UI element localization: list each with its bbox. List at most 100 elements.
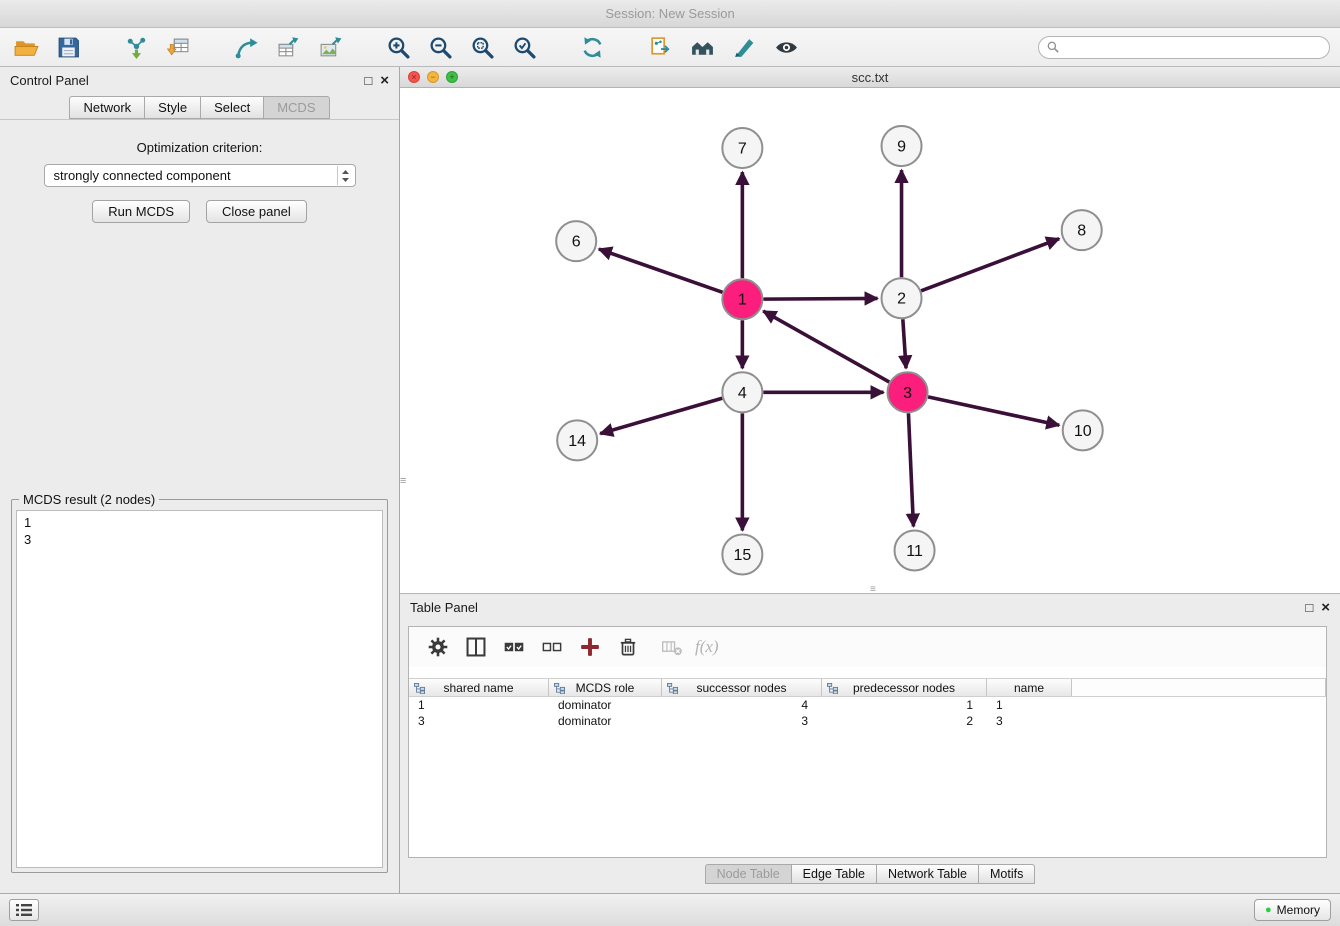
- zoom-in-icon[interactable]: [382, 32, 414, 62]
- graph-node-1[interactable]: 1: [722, 280, 762, 320]
- tab-network[interactable]: Network: [69, 96, 145, 119]
- attribute-icon: [667, 683, 678, 694]
- table-header-row: shared name MCDS role successor nodes: [409, 678, 1326, 697]
- search-icon: [1047, 41, 1059, 53]
- optimization-criterion-label: Optimization criterion:: [0, 140, 399, 155]
- svg-text:11: 11: [906, 543, 923, 560]
- memory-button-label: Memory: [1277, 903, 1320, 917]
- birdseye-icon[interactable]: [686, 32, 718, 62]
- graph-node-10[interactable]: 10: [1063, 411, 1103, 451]
- open-session-icon[interactable]: [10, 32, 42, 62]
- mcds-result-textarea[interactable]: 1 3: [16, 510, 383, 868]
- graph-edge-3-11[interactable]: [908, 414, 913, 527]
- save-session-icon[interactable]: [52, 32, 84, 62]
- close-panel-icon[interactable]: ×: [380, 73, 389, 88]
- copy-view-icon[interactable]: [644, 32, 676, 62]
- tab-mcds[interactable]: MCDS: [263, 96, 329, 119]
- graph-edge-2-8[interactable]: [921, 239, 1059, 291]
- node-table: shared name MCDS role successor nodes: [409, 678, 1326, 857]
- run-mcds-button[interactable]: Run MCDS: [92, 200, 190, 223]
- window-maximize-icon[interactable]: +: [446, 71, 458, 83]
- show-columns-icon[interactable]: [461, 633, 491, 661]
- memory-button[interactable]: ● Memory: [1254, 899, 1331, 921]
- graph-node-15[interactable]: 15: [722, 535, 762, 575]
- result-line: 1: [24, 514, 375, 531]
- svg-text:7: 7: [738, 141, 747, 158]
- search-field[interactable]: [1038, 36, 1330, 59]
- tab-edge-table[interactable]: Edge Table: [791, 864, 877, 884]
- graph-node-2[interactable]: 2: [882, 279, 922, 319]
- app-titlebar: Session: New Session: [0, 0, 1340, 28]
- delete-icon[interactable]: [613, 633, 643, 661]
- zoom-fit-icon[interactable]: [466, 32, 498, 62]
- gear-icon[interactable]: [423, 633, 453, 661]
- panel-splitter-grip[interactable]: ≡: [400, 478, 408, 500]
- svg-text:2: 2: [897, 291, 906, 308]
- import-table-icon[interactable]: [162, 32, 194, 62]
- graph-edge-4-14[interactable]: [600, 399, 722, 434]
- column-header-name[interactable]: name: [987, 679, 1072, 696]
- tab-network-table[interactable]: Network Table: [876, 864, 979, 884]
- attribute-icon: [827, 683, 838, 694]
- column-header-mcds-role[interactable]: MCDS role: [549, 679, 662, 696]
- graph-node-14[interactable]: 14: [557, 421, 597, 461]
- graph-node-9[interactable]: 9: [882, 127, 922, 167]
- network-view[interactable]: 7 9 6 8 1 2 4 3 14 10 15 11 ≡ ≡: [400, 88, 1340, 593]
- table-row[interactable]: 1 dominator 4 1 1: [409, 697, 1326, 713]
- table-splitter-grip[interactable]: ≡: [870, 584, 876, 595]
- graph-node-11[interactable]: 11: [895, 531, 935, 571]
- svg-text:8: 8: [1077, 223, 1086, 240]
- export-table-icon[interactable]: [272, 32, 304, 62]
- attribute-icon: [554, 683, 565, 694]
- control-panel-tabs: Network Style Select MCDS: [0, 94, 399, 119]
- graph-node-3[interactable]: 3: [888, 373, 928, 413]
- delete-column-icon[interactable]: [657, 633, 687, 661]
- style-brush-icon[interactable]: [728, 32, 760, 62]
- column-header-successor-nodes[interactable]: successor nodes: [662, 679, 822, 696]
- float-table-panel-icon[interactable]: □: [1305, 601, 1313, 614]
- unselect-all-icon[interactable]: [537, 633, 567, 661]
- tab-node-table[interactable]: Node Table: [705, 864, 792, 884]
- tab-style[interactable]: Style: [144, 96, 201, 119]
- export-network-icon[interactable]: [230, 32, 262, 62]
- function-builder-icon[interactable]: f(x): [695, 633, 719, 661]
- criterion-select[interactable]: strongly connected component: [44, 164, 356, 187]
- column-header-shared-name[interactable]: shared name: [409, 679, 549, 696]
- column-header-predecessor-nodes[interactable]: predecessor nodes: [822, 679, 987, 696]
- tab-motifs[interactable]: Motifs: [978, 864, 1035, 884]
- select-spinner-icon: [337, 166, 354, 185]
- graph-node-8[interactable]: 8: [1062, 211, 1102, 251]
- import-network-icon[interactable]: [120, 32, 152, 62]
- window-minimize-icon[interactable]: −: [427, 71, 439, 83]
- control-panel: Control Panel □ × Network Style Select M…: [0, 67, 400, 893]
- network-canvas[interactable]: 7 9 6 8 1 2 4 3 14 10 15 11: [400, 88, 1340, 593]
- graph-node-7[interactable]: 7: [722, 129, 762, 169]
- graph-edge-2-3[interactable]: [903, 320, 906, 369]
- export-image-icon[interactable]: [314, 32, 346, 62]
- graph-edge-1-2[interactable]: [763, 299, 877, 300]
- graph-edge-3-1[interactable]: [763, 312, 889, 383]
- table-row[interactable]: 3 dominator 3 2 3: [409, 713, 1326, 729]
- search-input[interactable]: [1064, 40, 1321, 54]
- refresh-icon[interactable]: [576, 32, 608, 62]
- zoom-selected-icon[interactable]: [508, 32, 540, 62]
- table-panel: Table Panel □ ×: [400, 593, 1340, 893]
- float-panel-icon[interactable]: □: [364, 74, 372, 87]
- graph-node-4[interactable]: 4: [722, 373, 762, 413]
- svg-text:3: 3: [903, 385, 912, 402]
- tab-select[interactable]: Select: [200, 96, 264, 119]
- select-all-icon[interactable]: [499, 633, 529, 661]
- memory-status-icon: ●: [1265, 905, 1272, 916]
- graph-node-6[interactable]: 6: [556, 222, 596, 262]
- network-window: × − + scc.txt 7968124314101511 ≡ ≡: [400, 67, 1340, 593]
- window-close-icon[interactable]: ×: [408, 71, 420, 83]
- graph-edge-1-6[interactable]: [599, 250, 723, 293]
- close-table-panel-icon[interactable]: ×: [1321, 600, 1330, 615]
- eye-icon[interactable]: [770, 32, 802, 62]
- close-panel-button[interactable]: Close panel: [206, 200, 307, 223]
- add-column-icon[interactable]: [575, 633, 605, 661]
- status-bar: ● Memory: [0, 893, 1340, 926]
- graph-edge-3-10[interactable]: [928, 397, 1059, 425]
- zoom-out-icon[interactable]: [424, 32, 456, 62]
- task-history-button[interactable]: [9, 899, 39, 921]
